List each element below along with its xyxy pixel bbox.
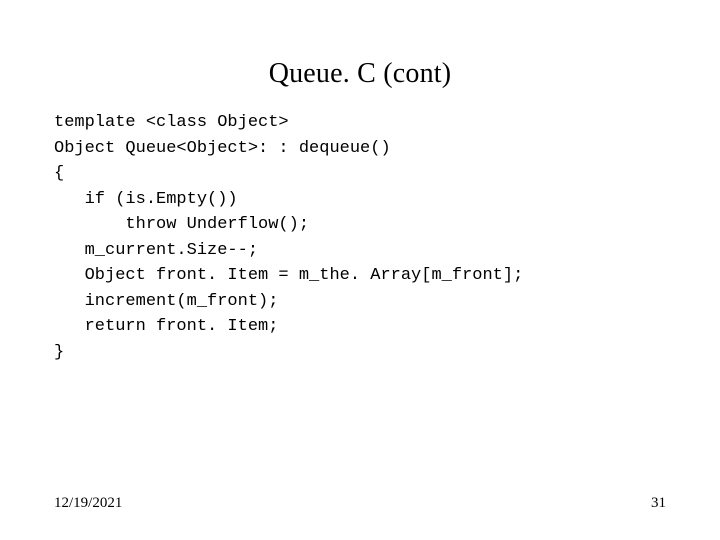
footer-date: 12/19/2021: [54, 495, 122, 512]
code-line: increment(m_front);: [54, 292, 278, 311]
code-line: m_current.Size--;: [54, 241, 258, 260]
code-block: template <class Object> Object Queue<Obj…: [0, 110, 720, 365]
code-line: template <class Object>: [54, 113, 289, 132]
code-line: Object front. Item = m_the. Array[m_fron…: [54, 266, 523, 285]
code-line: Object Queue<Object>: : dequeue(): [54, 139, 391, 158]
code-line: return front. Item;: [54, 317, 278, 336]
slide-title: Queue. C (cont): [0, 0, 720, 110]
code-line: }: [54, 343, 64, 362]
footer-page-number: 31: [651, 495, 666, 512]
code-line: if (is.Empty()): [54, 190, 238, 209]
slide: Queue. C (cont) template <class Object> …: [0, 0, 720, 540]
code-line: throw Underflow();: [54, 215, 309, 234]
code-line: {: [54, 164, 64, 183]
